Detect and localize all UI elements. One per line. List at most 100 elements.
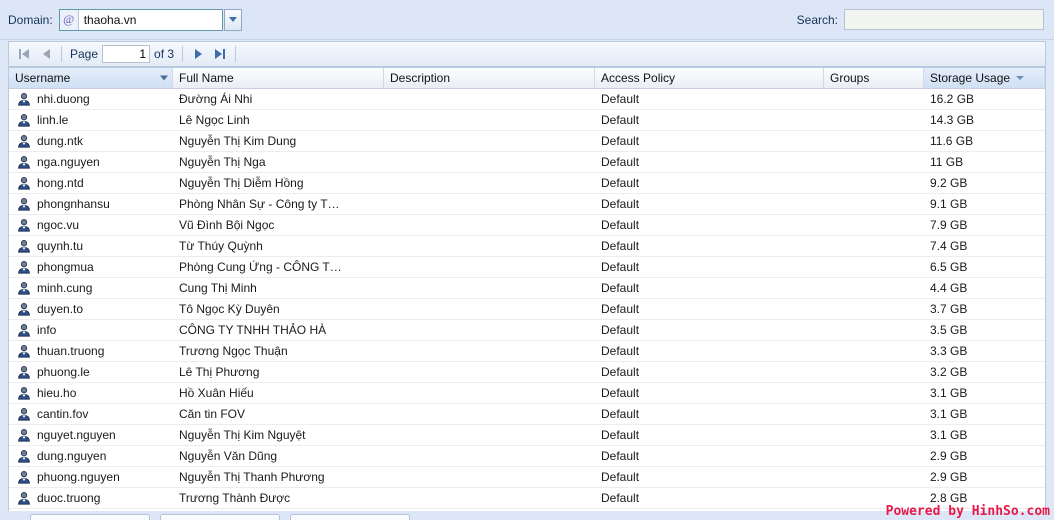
table-row[interactable]: nhi.duong Đường Ái Nhi Default 16.2 GB — [9, 89, 1045, 110]
column-header-label: Description — [390, 71, 451, 85]
cell-fullname: Vũ Đình Bội Ngọc — [173, 215, 384, 236]
bottom-button-2[interactable] — [160, 514, 280, 520]
first-page-button[interactable] — [13, 44, 35, 64]
table-row[interactable]: hieu.ho Hồ Xuân Hiếu Default 3.1 GB — [9, 383, 1045, 404]
cell-text: 3.1 GB — [930, 386, 968, 400]
cell-text: CÔNG TY TNHH THẢO HÀ — [179, 323, 327, 337]
cell-fullname: Lê Ngọc Linh — [173, 110, 384, 131]
toolbar-separator-2 — [182, 46, 184, 62]
cell-storage_usage: 3.7 GB — [924, 299, 1045, 320]
table-row[interactable]: phuong.nguyen Nguyễn Thị Thanh Phương Defa… — [9, 467, 1045, 488]
column-menu-icon[interactable] — [160, 75, 168, 81]
cell-text: 2.8 GB — [930, 491, 968, 505]
cell-description — [384, 467, 595, 488]
table-row[interactable]: phuong.le Lê Thị Phương Default 3.2 GB — [9, 362, 1045, 383]
domain-combobox[interactable]: @ thaoha.vn — [58, 8, 242, 31]
table-row[interactable]: phongmua Phòng Cung Ứng - CÔNG T… Default 6… — [9, 257, 1045, 278]
page-number-input[interactable] — [102, 45, 151, 63]
table-row[interactable]: hong.ntd Nguyễn Thị Diễm Hồng Default 9.2 G… — [9, 173, 1045, 194]
column-header-label: Username — [15, 71, 71, 85]
table-row[interactable]: info CÔNG TY TNHH THẢO HÀ Default 3.5 GB — [9, 320, 1045, 341]
domain-selector-group: Domain: @ thaoha.vn — [8, 8, 242, 31]
column-header-access_policy[interactable]: Access Policy — [595, 68, 824, 88]
cell-text: 3.2 GB — [930, 365, 968, 379]
cell-text: thuan.truong — [37, 344, 105, 358]
paging-toolbar: Page of 3 — [8, 41, 1046, 67]
user-avatar-icon — [17, 365, 31, 379]
cell-access_policy: Default — [595, 194, 824, 215]
cell-description — [384, 425, 595, 446]
table-row[interactable]: thuan.truong Trương Ngọc Thuận Default 3.3 … — [9, 341, 1045, 362]
column-header-label: Full Name — [179, 71, 234, 85]
cell-storage_usage: 9.2 GB — [924, 173, 1045, 194]
cell-storage_usage: 3.3 GB — [924, 341, 1045, 362]
cell-text: Hồ Xuân Hiếu — [179, 386, 254, 400]
cell-text: Default — [601, 428, 640, 442]
cell-storage_usage: 3.1 GB — [924, 425, 1045, 446]
cell-description — [384, 131, 595, 152]
cell-username: info — [9, 320, 173, 341]
user-avatar-icon — [17, 386, 31, 400]
column-header-storage_usage[interactable]: Storage Usage — [924, 68, 1045, 88]
search-group: Search: — [797, 9, 1044, 30]
cell-description — [384, 320, 595, 341]
table-row[interactable]: nguyet.nguyen Nguyễn Thị Kim Nguyệt Defaul… — [9, 425, 1045, 446]
table-row[interactable]: nga.nguyen Nguyễn Thị Nga Default 11 GB — [9, 152, 1045, 173]
table-row[interactable]: linh.le Lê Ngọc Linh Default 14.3 GB — [9, 110, 1045, 131]
table-row[interactable]: quynh.tu Từ Thúy Quỳnh Default 7.4 GB — [9, 236, 1045, 257]
previous-page-button[interactable] — [35, 44, 57, 64]
cell-text: nguyet.nguyen — [37, 428, 116, 442]
cell-username: phongmua — [9, 257, 173, 278]
cell-description — [384, 383, 595, 404]
table-row[interactable]: dung.ntk Nguyễn Thị Kim Dung Default 11.6 G… — [9, 131, 1045, 152]
cell-text: dung.ntk — [37, 134, 84, 148]
user-avatar-icon — [17, 449, 31, 463]
cell-storage_usage: 11 GB — [924, 152, 1045, 173]
table-row[interactable]: duyen.to Tô Ngọc Kỳ Duyên Default 3.7 GB — [9, 299, 1045, 320]
cell-groups — [824, 383, 924, 404]
cell-access_policy: Default — [595, 278, 824, 299]
cell-username: nhi.duong — [9, 89, 173, 110]
column-header-username[interactable]: Username — [9, 68, 173, 88]
cell-text: 7.9 GB — [930, 218, 968, 232]
cell-fullname: Phòng Cung Ứng - CÔNG T… — [173, 257, 384, 278]
cell-text: 7.4 GB — [930, 239, 968, 253]
bottom-button-3[interactable] — [290, 514, 410, 520]
cell-access_policy: Default — [595, 341, 824, 362]
table-row[interactable]: ngoc.vu Vũ Đình Bội Ngọc Default 7.9 GB — [9, 215, 1045, 236]
cell-access_policy: Default — [595, 110, 824, 131]
cell-username: hieu.ho — [9, 383, 173, 404]
next-page-button[interactable] — [187, 44, 209, 64]
column-header-description[interactable]: Description — [384, 68, 595, 88]
cell-access_policy: Default — [595, 89, 824, 110]
cell-groups — [824, 110, 924, 131]
column-header-groups[interactable]: Groups — [824, 68, 924, 88]
column-header-fullname[interactable]: Full Name — [173, 68, 384, 88]
cell-text: Default — [601, 113, 640, 127]
last-page-button[interactable] — [209, 44, 231, 64]
cell-text: Phòng Nhân Sự - Công ty T… — [179, 197, 340, 211]
cell-groups — [824, 257, 924, 278]
domain-dropdown-button[interactable] — [223, 8, 242, 31]
cell-access_policy: Default — [595, 488, 824, 509]
cell-text: 3.1 GB — [930, 407, 968, 421]
cell-text: Default — [601, 239, 640, 253]
cell-text: minh.cung — [37, 281, 93, 295]
table-row[interactable]: dung.nguyen Nguyễn Văn Dũng Default 2.9 GB — [9, 446, 1045, 467]
cell-storage_usage: 6.5 GB — [924, 257, 1045, 278]
cell-username: quynh.tu — [9, 236, 173, 257]
table-row[interactable]: cantin.fov Căn tin FOV Default 3.1 GB — [9, 404, 1045, 425]
user-avatar-icon — [17, 197, 31, 211]
table-row[interactable]: minh.cung Cung Thị Minh Default 4.4 GB — [9, 278, 1045, 299]
cell-access_policy: Default — [595, 446, 824, 467]
cell-storage_usage: 14.3 GB — [924, 110, 1045, 131]
cell-access_policy: Default — [595, 404, 824, 425]
bottom-button-1[interactable] — [30, 514, 150, 520]
search-input[interactable] — [844, 9, 1044, 30]
table-row[interactable]: phongnhansu Phòng Nhân Sự - Công ty T… Def… — [9, 194, 1045, 215]
cell-fullname: Nguyễn Thị Kim Nguyệt — [173, 425, 384, 446]
cell-storage_usage: 3.1 GB — [924, 404, 1045, 425]
cell-text: Tô Ngọc Kỳ Duyên — [179, 302, 280, 316]
cell-access_policy: Default — [595, 299, 824, 320]
cell-text: Từ Thúy Quỳnh — [179, 239, 263, 253]
